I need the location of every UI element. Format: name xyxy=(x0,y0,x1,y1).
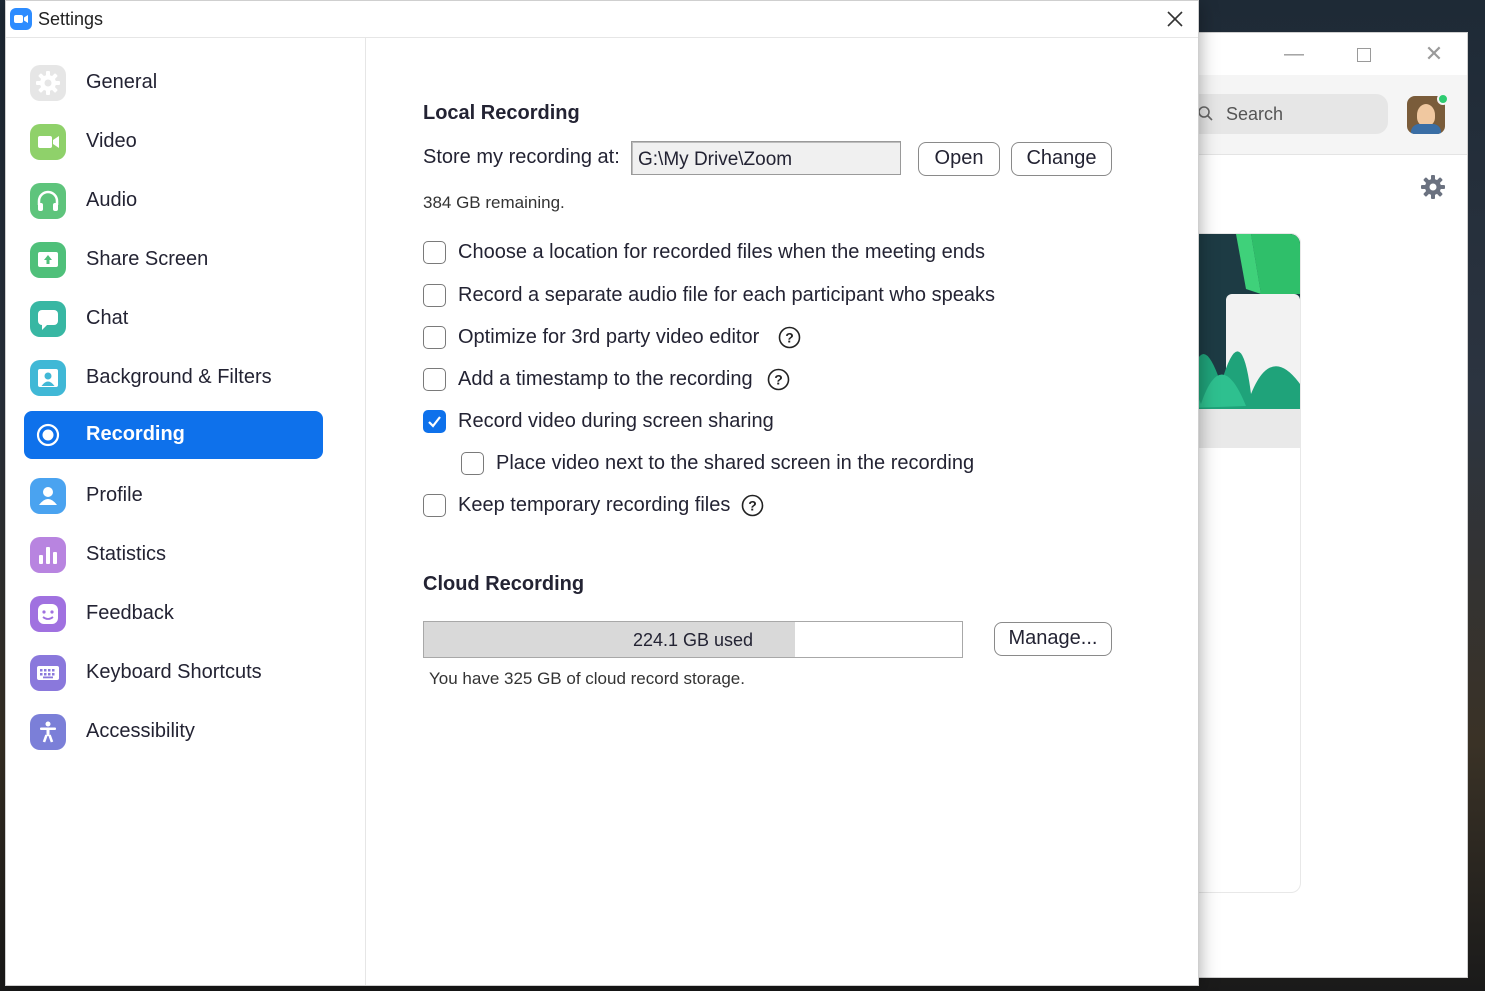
sidebar-item-label: Accessibility xyxy=(86,720,195,742)
search-icon xyxy=(1198,106,1213,121)
recording-path-field[interactable]: G:\My Drive\Zoom xyxy=(631,141,901,175)
sidebar-item-feedback[interactable]: Feedback xyxy=(24,590,323,638)
option-label: Choose a location for recorded files whe… xyxy=(458,241,985,263)
sidebar-item-label: Statistics xyxy=(86,543,167,565)
sidebar-item-video[interactable]: Video xyxy=(24,118,323,166)
checkbox[interactable] xyxy=(423,494,446,517)
manage-button[interactable]: Manage... xyxy=(994,622,1112,656)
checkbox[interactable] xyxy=(423,326,446,349)
person-portrait-icon xyxy=(30,360,66,396)
option-label: Optimize for 3rd party video editor xyxy=(458,326,760,348)
settings-window: Settings General Video Audio Share Scree… xyxy=(5,0,1199,986)
cloud-recording-heading: Cloud Recording xyxy=(423,573,585,595)
search-placeholder: Search xyxy=(1226,104,1284,124)
option-label: Record video during screen sharing xyxy=(458,410,774,432)
sidebar-item-label: Audio xyxy=(86,189,138,211)
cloud-storage-note: You have 325 GB of cloud record storage. xyxy=(429,669,745,688)
svg-text:?: ? xyxy=(748,498,757,514)
maximize-button[interactable] xyxy=(1351,41,1377,67)
chat-bubble-icon xyxy=(30,301,66,337)
headphones-icon xyxy=(30,183,66,219)
help-icon[interactable]: ? xyxy=(741,494,764,517)
open-button[interactable]: Open xyxy=(918,142,1000,176)
sidebar-item-profile[interactable]: Profile xyxy=(24,472,323,520)
sidebar-item-label: Keyboard Shortcuts xyxy=(86,661,262,683)
sidebar-item-background-filters[interactable]: Background & Filters xyxy=(24,354,323,402)
sidebar-item-label: Feedback xyxy=(86,602,174,624)
online-status-dot xyxy=(1437,93,1449,105)
user-icon xyxy=(30,478,66,514)
gear-icon xyxy=(30,65,66,101)
zoom-app-icon xyxy=(10,8,32,30)
sidebar-item-label: Share Screen xyxy=(86,248,209,270)
sidebar-item-label: Chat xyxy=(86,307,129,329)
close-icon[interactable] xyxy=(1162,6,1188,32)
sidebar-item-share-screen[interactable]: Share Screen xyxy=(24,236,323,284)
cloud-storage-bar: 224.1 GB used xyxy=(423,621,963,658)
sidebar-item-chat[interactable]: Chat xyxy=(24,295,323,343)
minimize-button[interactable]: — xyxy=(1281,41,1307,67)
checkbox[interactable] xyxy=(423,241,446,264)
svg-text:?: ? xyxy=(785,330,794,346)
window-title: Settings xyxy=(38,9,104,29)
sidebar-item-audio[interactable]: Audio xyxy=(24,177,323,225)
change-button[interactable]: Change xyxy=(1011,142,1112,176)
checkbox[interactable] xyxy=(423,368,446,391)
sidebar-item-keyboard-shortcuts[interactable]: Keyboard Shortcuts xyxy=(24,649,323,697)
keyboard-icon xyxy=(30,655,66,691)
help-icon[interactable]: ? xyxy=(778,326,801,349)
sidebar-item-general[interactable]: General xyxy=(24,59,323,107)
recording-settings-panel: Local Recording Store my recording at: G… xyxy=(367,38,1198,985)
checkbox-checked[interactable] xyxy=(423,410,446,433)
background-close-button[interactable]: ✕ xyxy=(1421,41,1447,67)
remaining-space-text: 384 GB remaining. xyxy=(423,193,565,212)
sidebar-item-label: Background & Filters xyxy=(86,366,272,388)
help-icon[interactable]: ? xyxy=(767,368,790,391)
sidebar-item-label: Video xyxy=(86,130,137,152)
record-icon xyxy=(30,417,66,453)
bar-chart-icon xyxy=(30,537,66,573)
sidebar-item-label: General xyxy=(86,71,158,93)
smiley-icon xyxy=(30,596,66,632)
background-search-box[interactable]: Search xyxy=(1181,94,1388,134)
share-screen-icon xyxy=(30,242,66,278)
cloud-storage-used-label: 224.1 GB used xyxy=(632,630,754,650)
store-location-label: Store my recording at: xyxy=(423,146,620,168)
option-label: Add a timestamp to the recording xyxy=(458,368,753,390)
option-label: Place video next to the shared screen in… xyxy=(496,452,975,474)
sidebar-item-accessibility[interactable]: Accessibility xyxy=(24,708,323,756)
video-camera-icon xyxy=(30,124,66,160)
settings-titlebar: Settings xyxy=(6,1,1198,38)
settings-sidebar: General Video Audio Share Screen Chat Ba… xyxy=(6,38,366,985)
option-label: Keep temporary recording files xyxy=(458,494,731,516)
local-recording-heading: Local Recording xyxy=(423,102,580,124)
option-label: Record a separate audio file for each pa… xyxy=(458,284,995,306)
checkbox[interactable] xyxy=(423,284,446,307)
checkbox[interactable] xyxy=(461,452,484,475)
accessibility-icon xyxy=(30,714,66,750)
sidebar-item-label: Recording xyxy=(86,423,185,445)
sidebar-item-recording[interactable]: Recording xyxy=(24,411,323,459)
svg-text:?: ? xyxy=(774,372,783,388)
checkmark-icon xyxy=(428,416,441,428)
settings-gear-icon[interactable] xyxy=(1419,173,1447,201)
sidebar-item-statistics[interactable]: Statistics xyxy=(24,531,323,579)
sidebar-item-label: Profile xyxy=(86,484,143,506)
